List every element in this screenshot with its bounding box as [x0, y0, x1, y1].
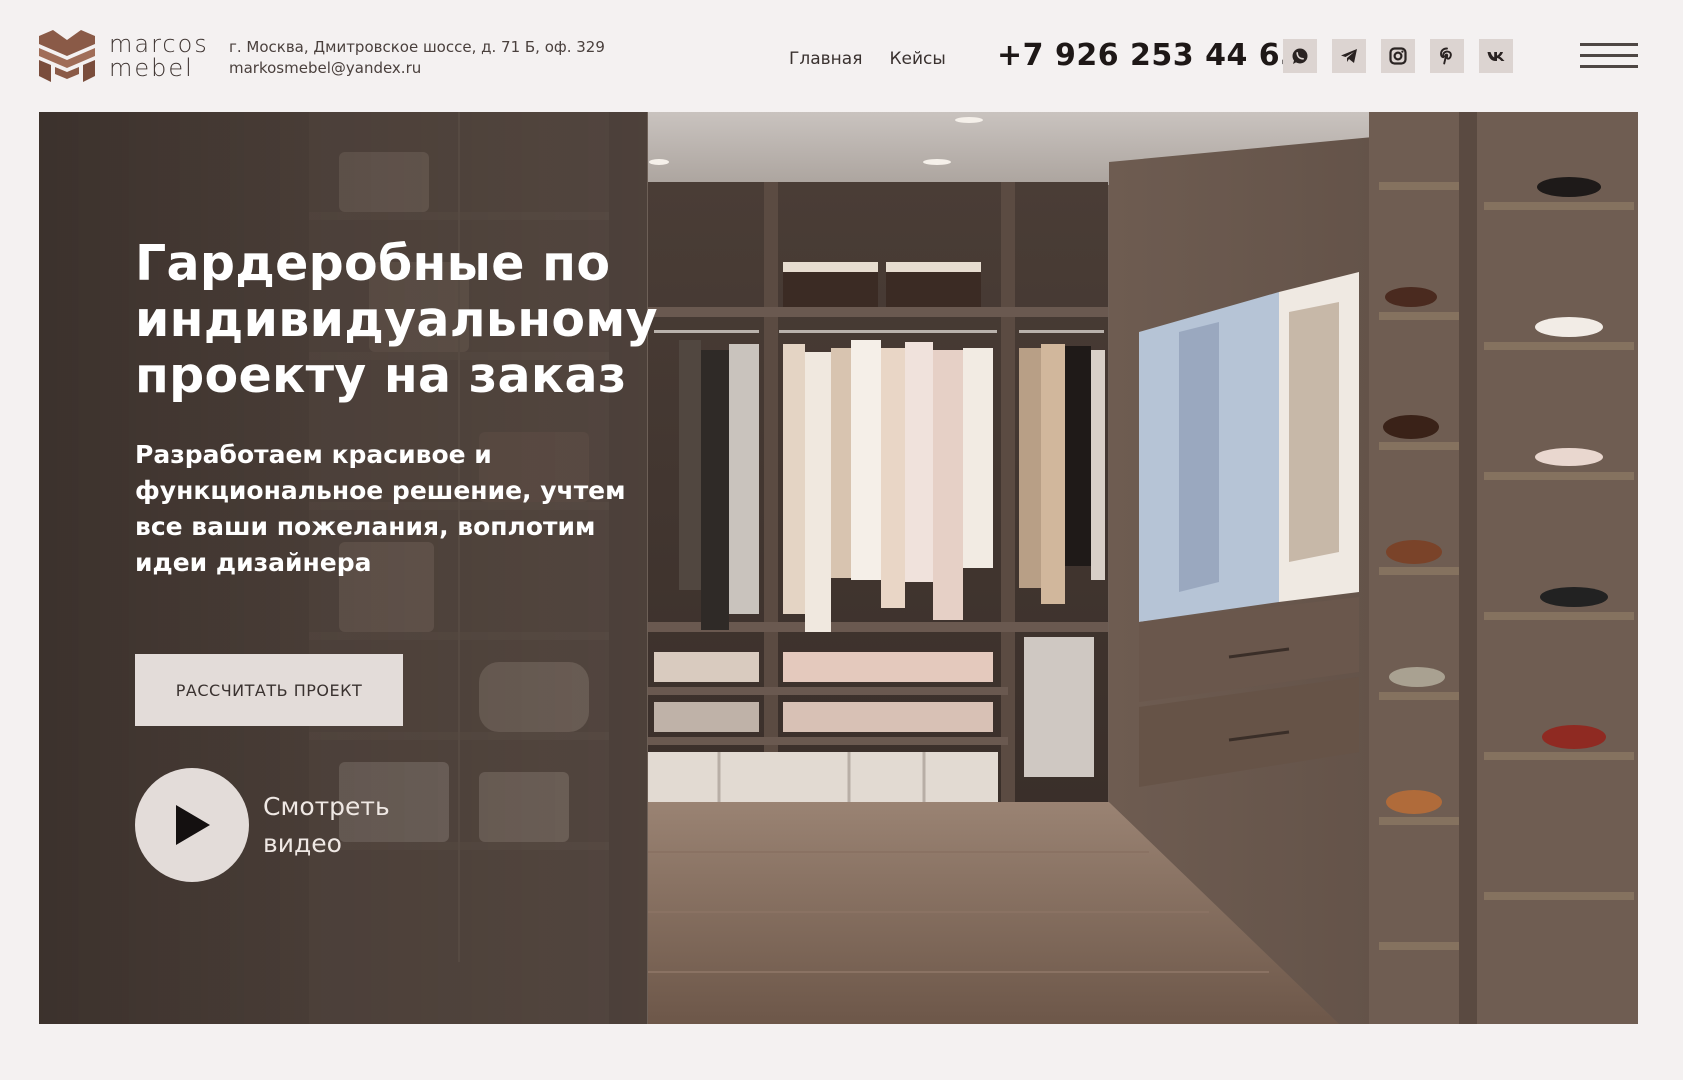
- site-header: marcos mebel г. Москва, Дмитровское шосс…: [0, 0, 1683, 112]
- contact-info: г. Москва, Дмитровское шоссе, д. 71 Б, о…: [229, 37, 605, 79]
- telegram-link[interactable]: [1332, 39, 1366, 73]
- pinterest-link[interactable]: [1430, 39, 1464, 73]
- instagram-link[interactable]: [1381, 39, 1415, 73]
- vk-link[interactable]: [1479, 39, 1513, 73]
- logo-text: marcos mebel: [109, 32, 209, 80]
- burger-line: [1580, 54, 1638, 57]
- calculate-project-button[interactable]: РАССЧИТАТЬ ПРОЕКТ: [135, 654, 403, 726]
- email-link[interactable]: markosmebel@yandex.ru: [229, 58, 605, 79]
- watch-video-button[interactable]: Смотреть видео: [135, 768, 423, 882]
- menu-burger-button[interactable]: [1580, 43, 1638, 69]
- social-links: [1283, 39, 1513, 73]
- watch-video-label: Смотреть видео: [263, 792, 390, 858]
- logo-text-line1: marcos: [109, 30, 209, 58]
- hero-title: Гардеробные по индивидуальному проекту н…: [135, 235, 658, 404]
- hero-subtitle: Разработаем красивое и функциональное ре…: [135, 440, 626, 577]
- play-button[interactable]: [135, 768, 249, 882]
- whatsapp-icon: [1292, 48, 1308, 64]
- nav-item-cases[interactable]: Кейсы: [889, 49, 945, 69]
- pinterest-icon: [1440, 47, 1452, 65]
- play-icon: [176, 805, 210, 845]
- telegram-icon: [1341, 49, 1357, 63]
- vk-icon: [1487, 52, 1505, 61]
- logo[interactable]: marcos mebel: [39, 30, 209, 82]
- address: г. Москва, Дмитровское шоссе, д. 71 Б, о…: [229, 38, 605, 56]
- main-nav: Главная Кейсы: [789, 49, 946, 69]
- burger-line: [1580, 65, 1638, 68]
- logo-mark-icon: [39, 30, 95, 82]
- logo-text-line2: mebel: [109, 54, 194, 82]
- instagram-icon: [1389, 47, 1407, 65]
- burger-line: [1580, 43, 1638, 46]
- hero-section: Гардеробные по индивидуальному проекту н…: [39, 112, 1638, 1024]
- nav-item-home[interactable]: Главная: [789, 49, 862, 69]
- whatsapp-link[interactable]: [1283, 39, 1317, 73]
- phone-number[interactable]: +7 926 253 44 65: [997, 38, 1302, 73]
